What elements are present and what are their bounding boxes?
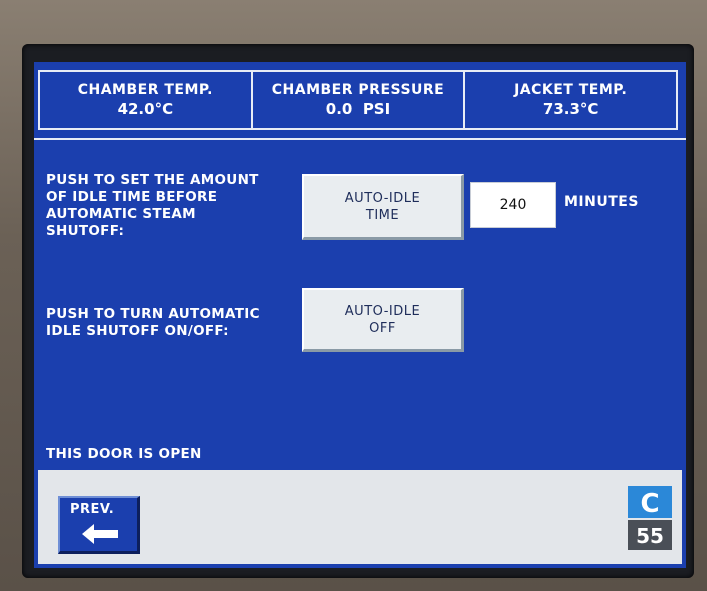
door-status-text: THIS DOOR IS OPEN xyxy=(46,446,202,462)
logo-top-letter: C xyxy=(640,489,659,519)
footer-bar: PREV. C 55 xyxy=(38,470,682,564)
chamber-pressure-label: CHAMBER PRESSURE xyxy=(271,82,445,98)
left-arrow-icon xyxy=(82,524,118,544)
prev-button[interactable]: PREV. xyxy=(58,496,140,554)
minutes-unit-label: MINUTES xyxy=(564,194,639,210)
auto-idle-off-line1: AUTO-IDLE xyxy=(344,303,421,319)
idle-minutes-field[interactable]: 240 xyxy=(470,182,556,228)
touch-screen: CHAMBER TEMP. 42.0°C CHAMBER PRESSURE 0.… xyxy=(34,62,686,568)
chamber-temp-value: 42.0°C xyxy=(117,100,174,118)
auto-idle-time-line1: AUTO-IDLE xyxy=(344,190,421,206)
auto-idle-off-button[interactable]: AUTO-IDLE OFF xyxy=(302,288,464,352)
header-divider xyxy=(34,138,686,140)
auto-idle-time-line2: TIME xyxy=(365,207,400,223)
auto-idle-off-line2: OFF xyxy=(369,320,396,336)
chamber-pressure-value: 0.0 PSI xyxy=(325,100,391,118)
chamber-temp-label: CHAMBER TEMP. xyxy=(77,82,213,98)
chamber-pressure-cell: CHAMBER PRESSURE 0.0 PSI xyxy=(253,72,466,128)
status-header: CHAMBER TEMP. 42.0°C CHAMBER PRESSURE 0.… xyxy=(38,70,678,130)
idle-time-prompt: PUSH TO SET THE AMOUNT OF IDLE TIME BEFO… xyxy=(46,172,259,239)
jacket-temp-value: 73.3°C xyxy=(542,100,599,118)
auto-idle-time-button[interactable]: AUTO-IDLE TIME xyxy=(302,174,464,240)
chamber-temp-cell: CHAMBER TEMP. 42.0°C xyxy=(40,72,253,128)
idle-toggle-prompt: PUSH TO TURN AUTOMATIC IDLE SHUTOFF ON/O… xyxy=(46,306,260,339)
cs-logo-icon: C 55 xyxy=(628,486,672,550)
jacket-temp-cell: JACKET TEMP. 73.3°C xyxy=(465,72,676,128)
logo-bottom-text: 55 xyxy=(636,524,664,548)
jacket-temp-label: JACKET TEMP. xyxy=(514,82,628,98)
prev-label: PREV. xyxy=(70,502,115,517)
